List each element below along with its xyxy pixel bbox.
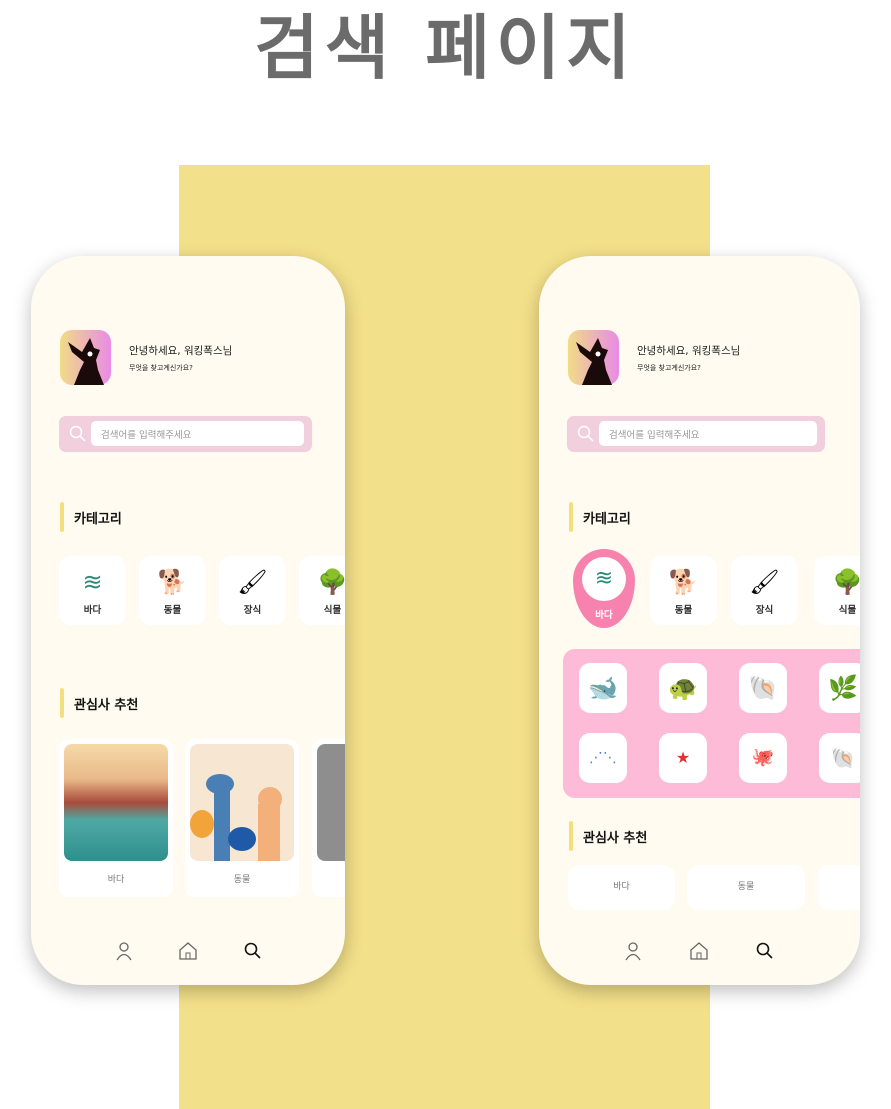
category-decor[interactable]: 🖌 장식 <box>219 556 286 625</box>
category-plant[interactable]: 🌳 식물 <box>814 556 860 625</box>
dog-icon: 🐕 <box>157 568 188 596</box>
recommend-chip-sea[interactable]: 바다 <box>568 865 675 910</box>
category-sea[interactable]: ≋ 바다 <box>59 556 126 625</box>
category-heading: 카테고리 <box>569 502 631 532</box>
page-title: 검색 페이지 <box>254 7 637 89</box>
subtitle-text: 무엇을 찾고계신가요? <box>129 364 193 372</box>
avatar[interactable] <box>568 330 619 385</box>
profile-icon[interactable] <box>623 941 643 961</box>
shell-icon[interactable]: 🐚 <box>739 663 787 713</box>
sea-image <box>64 744 168 861</box>
recommend-card-animal[interactable]: 동물 <box>185 739 299 897</box>
recommend-heading: 관심사 추천 <box>60 688 138 718</box>
tree-icon: 🌳 <box>832 568 860 596</box>
category-heading: 카테고리 <box>60 502 122 532</box>
wave-icon: ≋ <box>582 557 626 601</box>
search-bar: 검색어를 입력해주세요 <box>59 416 312 452</box>
recommend-card-sea[interactable]: 바다 <box>59 739 173 897</box>
phone-search-selected: 안녕하세요, 워킹폭스님 무엇을 찾고계신가요? 검색어를 입력해주세요 카테고… <box>539 256 860 985</box>
home-icon[interactable] <box>689 941 709 961</box>
subtitle-text: 무엇을 찾고계신가요? <box>637 364 701 372</box>
paint-icon: 🖌 <box>749 568 780 596</box>
turtle-icon[interactable]: 🐢 <box>659 663 707 713</box>
recommend-heading: 관심사 추천 <box>569 821 647 851</box>
fish-school-icon[interactable]: ⋰⋱ <box>579 733 627 783</box>
search-icon <box>69 425 86 442</box>
recommend-card-more[interactable] <box>312 739 345 897</box>
tree-icon: 🌳 <box>317 568 345 596</box>
search-nav-icon[interactable] <box>755 941 775 961</box>
greeting-text: 안녕하세요, 워킹폭스님 <box>637 345 741 357</box>
category-decor[interactable]: 🖌 장식 <box>731 556 798 625</box>
category-plant[interactable]: 🌳 식물 <box>299 556 345 625</box>
category-sea-selected[interactable]: ≋ 바다 <box>573 549 635 628</box>
phone-search-default: 안녕하세요, 워킹폭스님 무엇을 찾고계신가요? 검색어를 입력해주세요 카테고… <box>31 256 345 985</box>
starfish-icon[interactable]: ★ <box>659 733 707 783</box>
greeting-text: 안녕하세요, 워킹폭스님 <box>129 345 233 357</box>
wave-icon: ≋ <box>82 568 103 596</box>
profile-icon[interactable] <box>114 941 134 961</box>
dogs-image <box>190 744 294 861</box>
recommend-chip-animal[interactable]: 동물 <box>687 865 805 910</box>
scallop-icon[interactable]: 🐚 <box>819 733 860 783</box>
avatar[interactable] <box>60 330 111 385</box>
paint-icon: 🖌 <box>237 568 268 596</box>
sea-items-panel: 🐋 🐢 🐚 🌿 ⋰⋱ ★ 🐙 🐚 <box>563 649 860 798</box>
octopus-icon[interactable]: 🐙 <box>739 733 787 783</box>
placeholder-image <box>317 744 345 861</box>
search-nav-icon[interactable] <box>243 941 263 961</box>
category-animal[interactable]: 🐕 동물 <box>139 556 206 625</box>
search-bar: 검색어를 입력해주세요 <box>567 416 825 452</box>
home-icon[interactable] <box>178 941 198 961</box>
search-icon <box>577 425 594 442</box>
whale-icon[interactable]: 🐋 <box>579 663 627 713</box>
search-input[interactable]: 검색어를 입력해주세요 <box>599 421 817 446</box>
seaweed-icon[interactable]: 🌿 <box>819 663 860 713</box>
recommend-chip-more[interactable] <box>817 865 860 910</box>
dog-icon: 🐕 <box>668 568 699 596</box>
search-input[interactable]: 검색어를 입력해주세요 <box>91 421 304 446</box>
category-animal[interactable]: 🐕 동물 <box>650 556 717 625</box>
